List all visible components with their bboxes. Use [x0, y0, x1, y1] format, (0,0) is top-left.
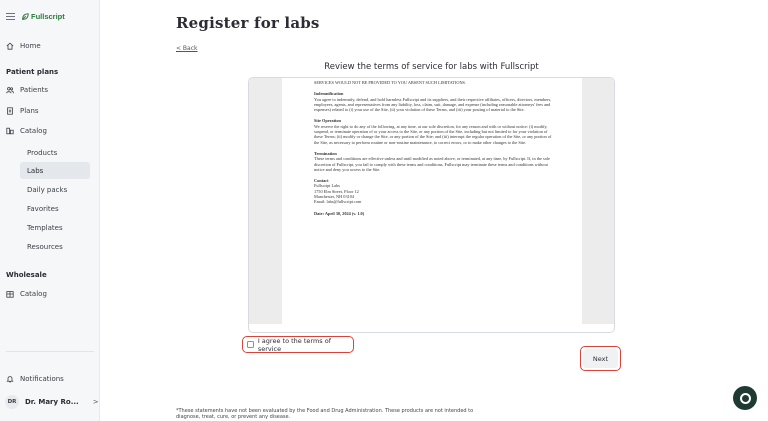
catalog-icon: [6, 127, 14, 135]
sidebar-item-home[interactable]: Home: [6, 39, 41, 53]
menu-icon[interactable]: [6, 13, 15, 20]
sidebar-header: Fullscript: [6, 12, 65, 21]
plans-icon: [7, 107, 13, 115]
sidebar-item-label: Home: [20, 42, 41, 50]
agree-terms-checkbox[interactable]: [247, 341, 254, 348]
chat-button[interactable]: [733, 386, 757, 410]
leaf-logo-icon: [22, 12, 29, 20]
section-text: These terms and conditions are effective…: [314, 156, 550, 172]
user-name: Dr. Mary Ro...: [25, 398, 79, 406]
sidebar-item-label: Catalog: [20, 127, 47, 135]
agree-terms-label[interactable]: I agree to the terms of service: [258, 337, 353, 353]
chevron-right-icon: >: [92, 398, 99, 406]
fda-disclaimer: *These statements have not been evaluate…: [176, 408, 474, 420]
sidebar-item-label: Plans: [20, 107, 39, 115]
sidebar-item-label: Notifications: [20, 375, 64, 383]
bell-icon: [6, 376, 14, 383]
contact-line: Email: labs@fullscript.com: [314, 199, 362, 205]
avatar: DR: [5, 395, 19, 409]
sidebar-item-label: Catalog: [20, 290, 47, 298]
sidebar-item-patients[interactable]: Patients: [6, 83, 48, 97]
sidebar-item-favorites[interactable]: Favorites: [20, 200, 90, 217]
wholesale-catalog-icon: [6, 291, 14, 298]
site-operation-section: Site Operation We reserve the right to d…: [314, 118, 554, 144]
back-link[interactable]: < Back: [176, 45, 198, 52]
sidebar-item-resources[interactable]: Resources: [20, 238, 90, 255]
next-button[interactable]: Next: [583, 349, 618, 368]
sidebar-item-daily-packs[interactable]: Daily packs: [20, 181, 90, 198]
sidebar-item-catalog[interactable]: Catalog: [6, 124, 47, 138]
agree-terms-control[interactable]: I agree to the terms of service: [242, 336, 354, 353]
sidebar-item-products[interactable]: Products: [20, 144, 90, 161]
section-title-wholesale: Wholesale: [6, 271, 47, 279]
chat-icon: [739, 392, 751, 404]
sidebar-item-notifications[interactable]: Notifications: [6, 372, 64, 386]
sidebar-item-labs[interactable]: Labs: [20, 162, 90, 179]
patients-icon: [6, 87, 14, 94]
section-text: We reserve the right to do any of the fo…: [314, 123, 552, 145]
page-title: Register for labs: [176, 14, 320, 32]
home-icon: [6, 42, 14, 50]
sidebar: Fullscript Home Patient plans Patients P…: [0, 0, 100, 421]
contact-section: Contact Fullscript Labs 1750 Elm Street,…: [314, 178, 554, 204]
logo-text: Fullscript: [31, 12, 65, 21]
section-text: You agree to indemnify, defend, and hold…: [314, 96, 552, 113]
sidebar-item-label: Patients: [20, 86, 49, 94]
sidebar-item-templates[interactable]: Templates: [20, 219, 90, 236]
section-title-patient-plans: Patient plans: [6, 68, 59, 76]
next-button-highlight: Next: [580, 346, 621, 371]
document-first-line: SERVICES WOULD NOT BE PROVIDED TO YOU AB…: [314, 80, 467, 85]
termination-section: Termination These terms and conditions a…: [314, 151, 554, 172]
sidebar-divider: [6, 351, 94, 352]
terms-document-page: SERVICES WOULD NOT BE PROVIDED TO YOU AB…: [282, 78, 582, 324]
fullscript-logo[interactable]: Fullscript: [21, 12, 65, 21]
sidebar-item-plans[interactable]: Plans: [6, 104, 39, 118]
sidebar-item-wholesale-catalog[interactable]: Catalog: [6, 287, 47, 301]
document-date: Date: April 30, 2024 (v. 1.0): [314, 210, 365, 216]
terms-document-viewer[interactable]: SERVICES WOULD NOT BE PROVIDED TO YOU AB…: [248, 77, 615, 333]
indemnification-section: Indemnification You agree to indemnify, …: [314, 91, 554, 112]
user-menu[interactable]: DR Dr. Mary Ro... >: [5, 395, 99, 409]
terms-heading: Review the terms of service for labs wit…: [324, 62, 539, 72]
